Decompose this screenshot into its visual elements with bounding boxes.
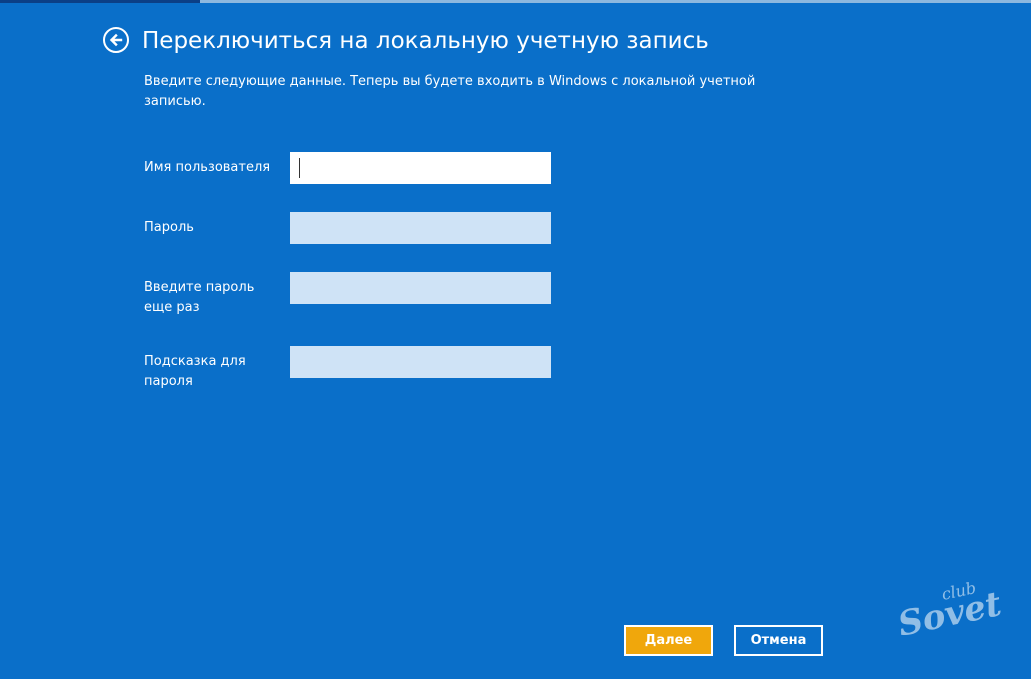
text-caret <box>299 158 300 178</box>
page-title: Переключиться на локальную учетную запис… <box>142 28 709 54</box>
clubsovet-watermark-logo: club Sovet <box>895 578 1005 645</box>
back-button[interactable] <box>103 27 129 53</box>
progress-bar <box>0 0 1031 3</box>
arrow-left-icon <box>109 33 123 47</box>
password-field[interactable] <box>290 212 551 244</box>
confirm-password-field[interactable] <box>290 272 551 304</box>
confirm-password-label: Введите пароль еще раз <box>144 280 255 315</box>
next-button[interactable]: Далее <box>624 625 713 656</box>
page-subtitle: Введите следующие данные. Теперь вы буде… <box>144 74 756 109</box>
cancel-button[interactable]: Отмена <box>734 625 823 656</box>
progress-bar-fill <box>0 0 200 3</box>
password-hint-label: Подсказка для пароля <box>144 354 246 389</box>
username-field[interactable] <box>290 152 551 184</box>
watermark-sovet-text: Sovet <box>895 584 1005 645</box>
progress-bar-track <box>200 0 1031 3</box>
password-hint-field[interactable] <box>290 346 551 378</box>
password-label: Пароль <box>144 220 194 235</box>
username-label: Имя пользователя <box>144 160 271 175</box>
